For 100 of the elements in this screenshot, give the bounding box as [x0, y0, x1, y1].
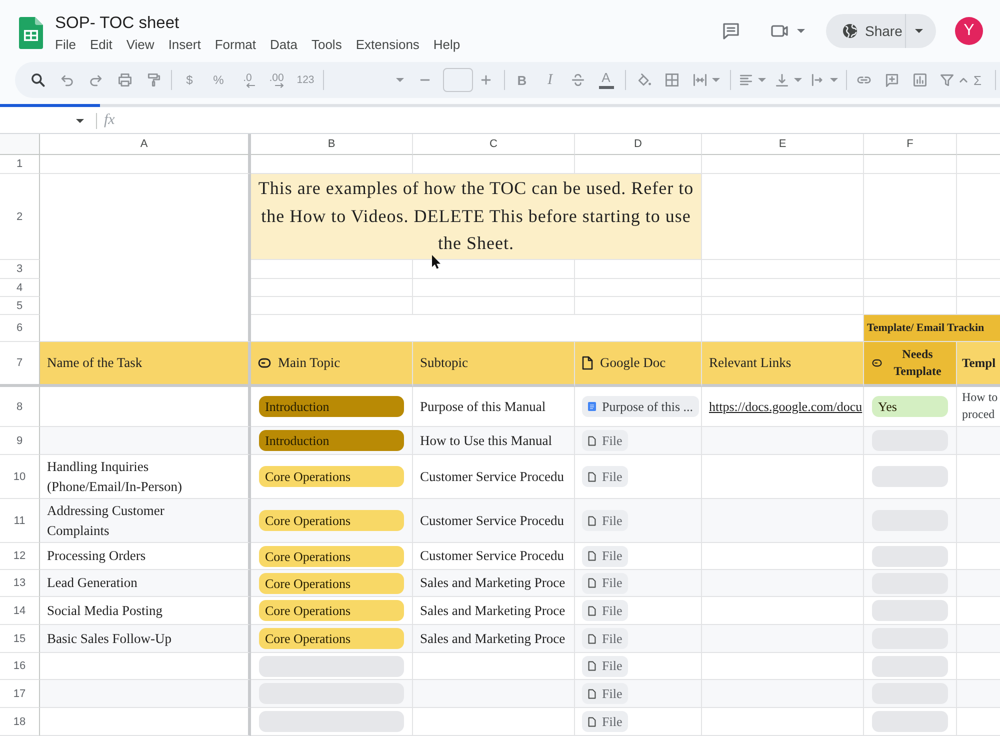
- select-all-corner[interactable]: [0, 134, 40, 155]
- align-left-icon[interactable]: [738, 72, 754, 88]
- font-size-field[interactable]: [443, 68, 473, 92]
- menu-item[interactable]: Help: [433, 37, 460, 53]
- column-label: Subtopic: [420, 355, 468, 371]
- table-cell: How to Use this Manual: [413, 427, 575, 455]
- paint-format-icon[interactable]: [146, 72, 162, 88]
- file-chip[interactable]: File: [582, 656, 628, 676]
- file-icon: [588, 472, 596, 482]
- undo-icon[interactable]: [58, 72, 74, 88]
- row-number[interactable]: 1: [0, 155, 40, 174]
- menu-item[interactable]: Extensions: [356, 37, 420, 53]
- status-chip[interactable]: Yes: [872, 396, 948, 417]
- column-label: Google Doc: [600, 355, 666, 371]
- strikethrough-icon[interactable]: [570, 72, 586, 88]
- row-number[interactable]: 14: [0, 597, 40, 625]
- mouse-pointer-icon: [432, 255, 441, 269]
- arrow-right-icon: [274, 82, 284, 88]
- topic-chip[interactable]: Core Operations: [259, 600, 404, 621]
- topic-chip[interactable]: Core Operations: [259, 628, 404, 649]
- file-chip[interactable]: File: [582, 711, 628, 732]
- row-number[interactable]: 18: [0, 708, 40, 736]
- topic-chip[interactable]: Introduction: [259, 430, 404, 451]
- menu-item[interactable]: File: [55, 37, 76, 53]
- color-bar-icon: [598, 86, 614, 89]
- row-number[interactable]: 12: [0, 543, 40, 570]
- search-icon[interactable]: [30, 72, 46, 88]
- topic-chip[interactable]: Core Operations: [259, 510, 404, 531]
- row-number[interactable]: 3: [0, 260, 40, 279]
- column-header[interactable]: D: [575, 134, 702, 155]
- file-chip[interactable]: File: [582, 430, 628, 451]
- file-icon: [588, 661, 596, 671]
- chip-icon: [872, 359, 882, 367]
- file-chip[interactable]: File: [582, 683, 628, 704]
- column-header[interactable]: E: [702, 134, 864, 155]
- topic-chip[interactable]: Core Operations: [259, 466, 404, 487]
- table-cell: Sales and Marketing Proce: [413, 570, 575, 597]
- column-header[interactable]: B: [251, 134, 413, 155]
- add-comment-icon[interactable]: [884, 72, 900, 88]
- row-number[interactable]: 2: [0, 174, 40, 260]
- file-chip[interactable]: File: [582, 546, 628, 566]
- column-header[interactable]: C: [413, 134, 575, 155]
- row-number[interactable]: 16: [0, 653, 40, 680]
- paint-bucket-icon[interactable]: [636, 72, 652, 88]
- document-icon: [588, 402, 596, 411]
- file-chip[interactable]: File: [582, 628, 628, 649]
- document-icon: [582, 356, 593, 370]
- menu-item[interactable]: Tools: [311, 37, 342, 53]
- table-cell: Addressing Customer Complaints: [40, 499, 251, 543]
- column-header[interactable]: F: [864, 134, 957, 155]
- menu-item[interactable]: Edit: [90, 37, 112, 53]
- account-avatar[interactable]: Y: [955, 17, 983, 45]
- file-icon: [588, 578, 596, 588]
- file-icon: [588, 516, 596, 526]
- topic-chip[interactable]: Core Operations: [259, 546, 404, 566]
- arrow-left-icon: [246, 82, 254, 88]
- topic-chip[interactable]: Introduction: [259, 396, 404, 417]
- table-cell: Sales and Marketing Proce: [413, 625, 575, 653]
- row-number[interactable]: 4: [0, 279, 40, 297]
- column-label: Relevant Links: [709, 355, 792, 371]
- file-chip[interactable]: File: [582, 510, 628, 531]
- merge-cells-icon[interactable]: [692, 72, 708, 88]
- share-button[interactable]: Share: [826, 14, 906, 48]
- row-number[interactable]: 10: [0, 455, 40, 499]
- file-icon: [588, 606, 596, 616]
- file-chip[interactable]: File: [582, 466, 628, 487]
- table-cell: Basic Sales Follow-Up: [40, 625, 251, 653]
- document-title[interactable]: SOP- TOC sheet: [55, 13, 460, 34]
- caret-icon[interactable]: [915, 29, 923, 33]
- file-icon: [588, 551, 596, 561]
- document-chip[interactable]: Purpose of this ...: [582, 396, 699, 417]
- redo-icon[interactable]: [88, 72, 104, 88]
- spreadsheet-logo-icon[interactable]: [19, 17, 43, 49]
- menu-item[interactable]: Insert: [168, 37, 201, 53]
- caret-icon[interactable]: [76, 118, 84, 122]
- menu-item[interactable]: Format: [214, 37, 256, 53]
- filter-icon[interactable]: [939, 72, 955, 88]
- borders-icon[interactable]: [664, 72, 680, 88]
- vertical-align-icon[interactable]: [774, 72, 790, 88]
- row-number[interactable]: 8: [0, 387, 40, 427]
- comment-icon[interactable]: [721, 21, 741, 41]
- row-number[interactable]: 6: [0, 315, 40, 342]
- chip-icon: [258, 358, 271, 368]
- menu-item[interactable]: View: [126, 37, 154, 53]
- menu-item[interactable]: Data: [270, 37, 298, 53]
- print-icon[interactable]: [116, 72, 132, 88]
- column-group-header: Template/ Email Trackin: [864, 315, 1000, 342]
- chart-icon[interactable]: [912, 72, 928, 88]
- caret-icon[interactable]: [797, 29, 805, 33]
- document-link[interactable]: https://docs.google.com/docu: [709, 398, 862, 414]
- column-label: Main Topic: [278, 355, 340, 371]
- table-cell: Lead Generation: [40, 570, 251, 597]
- file-icon: [588, 634, 596, 644]
- file-icon: [588, 436, 596, 446]
- topic-chip[interactable]: Core Operations: [259, 572, 404, 594]
- row-number[interactable]: 5: [0, 297, 40, 315]
- column-label: Name of the Task: [47, 355, 142, 371]
- file-chip[interactable]: File: [582, 572, 628, 594]
- file-chip[interactable]: File: [582, 600, 628, 621]
- column-header[interactable]: A: [40, 134, 251, 155]
